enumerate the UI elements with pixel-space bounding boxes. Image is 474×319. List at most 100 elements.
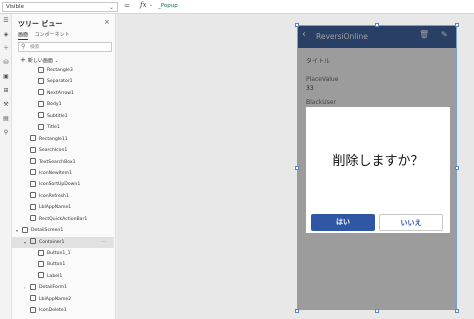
media-icon[interactable]: ▣ xyxy=(2,73,10,81)
new-screen-button[interactable]: + 新しい画面 ⌄ xyxy=(20,56,58,64)
resize-handle[interactable] xyxy=(295,23,299,27)
new-screen-label: 新しい画面 xyxy=(27,58,53,64)
confirm-dialog: 削除しますか？ はい いいえ xyxy=(306,107,450,233)
tree-item[interactable]: LblAppName1 xyxy=(12,202,114,213)
control-icon xyxy=(30,169,36,176)
control-icon xyxy=(38,112,44,119)
control-icon xyxy=(30,283,36,290)
settings-icon[interactable]: ▤ xyxy=(2,115,10,123)
tree-item[interactable]: SearchIcon1 xyxy=(12,145,114,156)
control-icon xyxy=(30,180,36,187)
tree-item-label: RectQuickActionBar1 xyxy=(39,216,88,222)
tree-item-label: LblAppName2 xyxy=(39,296,72,302)
control-icon xyxy=(38,89,44,96)
property-dropdown-value: Visible xyxy=(6,4,24,10)
hamburger-icon[interactable]: ☰ xyxy=(2,17,10,25)
tree-item[interactable]: IconSortUpDown1 xyxy=(12,179,114,190)
tree-item-label: TextSearchBox1 xyxy=(39,159,76,165)
tree-item-label: IconSortUpDown1 xyxy=(39,182,81,188)
dialog-message: 削除しますか？ xyxy=(332,154,424,169)
resize-handle[interactable] xyxy=(295,166,299,170)
tree-item[interactable]: RectQuickActionBar1 xyxy=(12,214,114,225)
search-input[interactable]: ⚲ 検索 xyxy=(18,42,112,52)
tree-item[interactable]: IconDelete1 xyxy=(12,305,114,316)
tree-item[interactable]: IconNewItem1 xyxy=(12,168,114,179)
panel-title: ツリー ビュー xyxy=(18,20,63,28)
control-icon xyxy=(38,272,44,279)
tree-tabs: 画面 コンポーネント xyxy=(18,31,75,40)
data-icon[interactable]: ⛁ xyxy=(2,59,10,67)
tree-item[interactable]: Label1 xyxy=(12,271,114,282)
tree-item[interactable]: NextArrow1 xyxy=(12,88,114,99)
chevron-down-icon: ⌄ xyxy=(54,58,59,63)
resize-handle[interactable] xyxy=(455,309,459,313)
control-icon xyxy=(30,135,36,142)
close-icon[interactable]: × xyxy=(104,18,110,26)
control-icon xyxy=(38,249,44,256)
tree-item[interactable]: IconRefresh1 xyxy=(12,191,114,202)
control-icon xyxy=(30,203,36,210)
control-icon xyxy=(30,238,36,245)
fx-icon[interactable]: fx xyxy=(140,1,147,9)
tab-screens[interactable]: 画面 xyxy=(18,31,29,40)
control-icon xyxy=(30,215,36,222)
control-icon xyxy=(30,295,36,302)
tree-item[interactable]: ▾ Container1 ··· xyxy=(12,236,114,248)
tree-item[interactable]: Separator1 xyxy=(12,76,114,87)
control-icon xyxy=(38,123,44,130)
tree-item[interactable]: TextSearchBox1 xyxy=(12,157,114,168)
tree-item-label: Label1 xyxy=(47,273,63,279)
chevron-down-icon[interactable]: ▾ xyxy=(24,237,26,248)
property-dropdown[interactable]: Visible ⌄ xyxy=(2,2,118,12)
tree-item[interactable]: › DetailForm1 xyxy=(12,282,114,293)
tree-list: Rectangle3 Separator1 NextArrow1 Body1 Subti… xyxy=(12,65,114,317)
tree-item-label: Separator1 xyxy=(47,79,73,85)
resize-handle[interactable] xyxy=(375,309,379,313)
tree-item[interactable]: Rectangle3 xyxy=(12,65,114,76)
tree-item[interactable]: ▾ DetailScreen1 xyxy=(12,225,114,236)
control-icon xyxy=(38,100,44,107)
tree-item-label: Title1 xyxy=(47,125,60,131)
chevron-down-icon[interactable]: ▾ xyxy=(16,225,18,236)
tree-item-label: SearchIcon1 xyxy=(39,148,68,154)
yes-button[interactable]: はい xyxy=(311,214,375,231)
tree-item[interactable]: Rectangle11 xyxy=(12,134,114,145)
tree-item-label: Button1_1 xyxy=(47,251,71,256)
control-icon xyxy=(30,158,36,164)
formula-input[interactable]: _Popup xyxy=(158,3,178,9)
tree-item[interactable]: LblAppName2 xyxy=(12,294,114,305)
tree-view-panel: ツリー ビュー × 画面 コンポーネント ⚲ 検索 + 新しい画面 ⌄ Rectan… xyxy=(12,14,125,319)
tree-item-label: DetailForm1 xyxy=(39,285,68,291)
tree-item-label: Container1 xyxy=(39,239,65,245)
tree-item-label: NextArrow1 xyxy=(47,90,74,96)
resize-handle[interactable] xyxy=(455,23,459,27)
no-button[interactable]: いいえ xyxy=(379,214,443,231)
tools-icon[interactable]: ⚒ xyxy=(2,101,10,109)
tree-item-label: Subtitle1 xyxy=(47,113,68,119)
chevron-down-icon[interactable]: ⌄ xyxy=(149,2,153,8)
tree-item-label: LblAppName1 xyxy=(39,205,72,211)
tree-item[interactable]: Button1_1 xyxy=(12,248,114,259)
tree-item[interactable]: Title1 xyxy=(12,122,114,133)
tree-item-label: Body1 xyxy=(47,102,62,108)
tree-item-label: DetailScreen1 xyxy=(31,228,64,234)
tab-components[interactable]: コンポーネント xyxy=(35,31,70,39)
tree-item[interactable]: Body1 xyxy=(12,99,114,110)
search-icon: ⚲ xyxy=(21,43,26,50)
control-icon xyxy=(38,260,44,267)
layers-icon[interactable]: ◈ xyxy=(2,31,10,39)
tree-item-label: Rectangle11 xyxy=(39,136,68,142)
variables-icon[interactable]: ⊞ xyxy=(2,87,10,95)
app-preview: ‹ ReversiOnline 🗑 ✎ タイトル PlaceValue 33 B… xyxy=(297,25,457,310)
tree-item[interactable]: Button1 xyxy=(12,259,114,270)
chevron-right-icon[interactable]: › xyxy=(24,282,26,293)
search-icon[interactable]: ⚲ xyxy=(2,129,10,137)
resize-handle[interactable] xyxy=(295,309,299,313)
resize-handle[interactable] xyxy=(375,23,379,27)
tree-item-label: Rectangle3 xyxy=(47,68,73,73)
more-options-icon[interactable]: ··· xyxy=(101,237,106,248)
tree-item[interactable]: Subtitle1 xyxy=(12,111,114,122)
plus-icon[interactable]: ＋ xyxy=(2,45,10,53)
resize-handle[interactable] xyxy=(455,166,459,170)
control-icon xyxy=(38,77,44,84)
